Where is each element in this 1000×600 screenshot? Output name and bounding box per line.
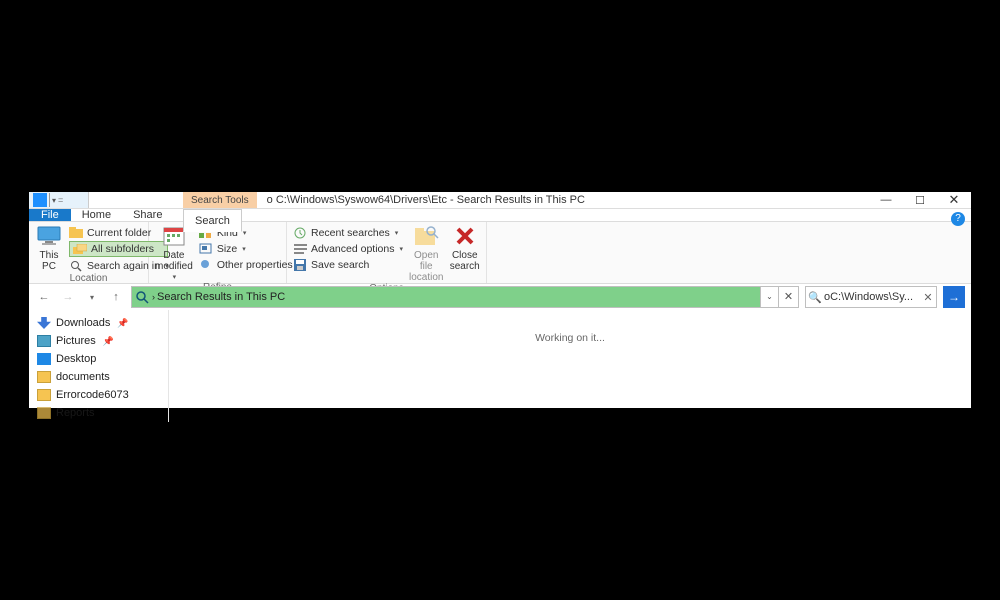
close-search-button[interactable]: Close search [449,224,480,272]
properties-icon [199,259,213,271]
close-button[interactable]: ✕ [937,192,971,208]
up-button[interactable]: ↑ [107,288,125,306]
context-tab-label: Search Tools [183,192,257,208]
size-button[interactable]: Size▾ [199,241,301,256]
search-icon: 🔍 [806,291,824,304]
download-icon [37,317,51,329]
search-icon [69,260,83,272]
advanced-options-button[interactable]: Advanced options▾ [293,241,403,256]
ribbon-tabs: File Home Share View Search ? [29,209,971,222]
save-icon [293,259,307,271]
address-bar[interactable]: › Search Results in This PC ⌄ ✕ [131,286,799,308]
date-modified-button[interactable]: Date modified▾ [155,224,193,282]
nav-errorcode[interactable]: Errorcode6073 [37,386,168,404]
list-icon [293,243,307,255]
tab-file[interactable]: File [29,209,71,221]
address-dropdown-button[interactable]: ⌄ [760,287,778,307]
help-icon[interactable]: ? [951,212,965,226]
nav-downloads[interactable]: Downloads📌 [37,314,168,332]
this-pc-button[interactable]: This PC [35,224,63,272]
ribbon: This PC Current folder All subfolders Se… [29,222,971,284]
recent-locations-button[interactable]: ▾ [83,288,101,306]
open-location-icon [412,224,440,248]
recent-searches-button[interactable]: Recent searches▾ [293,225,403,240]
other-properties-button[interactable]: Other properties▾ [199,257,301,272]
qat-customize-icon[interactable]: ▾ [52,196,56,205]
maximize-button[interactable]: ☐ [903,192,937,208]
minimize-button[interactable]: — [869,192,903,208]
file-explorer-window: ▾ = Search Tools o C:\Windows\Syswow64\D… [29,192,971,408]
close-icon [451,224,479,248]
tab-search[interactable]: Search [183,209,242,232]
stop-button[interactable]: ✕ [778,287,798,307]
group-options: Recent searches▾ Advanced options▾ Save … [287,222,487,283]
qat-separator [49,193,50,207]
search-go-button[interactable]: → [943,286,965,308]
save-search-button[interactable]: Save search [293,257,403,272]
clear-search-button[interactable]: ✕ [920,291,936,304]
folder-icon [37,407,51,419]
search-input[interactable]: 🔍 oC:\Windows\Sy... ✕ [805,286,937,308]
nav-reports[interactable]: Reports [37,404,168,422]
recent-icon [293,227,307,239]
content-area: Downloads📌 Pictures📌 Desktop documents E… [29,310,971,422]
window-controls: — ☐ ✕ [869,192,971,208]
forward-button[interactable]: → [59,288,77,306]
search-results-icon [132,290,152,304]
picture-icon [37,335,51,347]
address-bar-row: ← → ▾ ↑ › Search Results in This PC ⌄ ✕ … [29,284,971,310]
app-icon [33,193,47,207]
monitor-icon [35,224,63,248]
open-file-location-button[interactable]: Open file location [409,224,443,283]
folder-icon [37,389,51,401]
tab-home[interactable]: Home [71,209,122,221]
title-bar: ▾ = Search Tools o C:\Windows\Syswow64\D… [29,192,971,209]
breadcrumb[interactable]: Search Results in This PC [155,291,760,303]
search-query-text: oC:\Windows\Sy... [824,291,920,303]
file-list-area: Working on it... [169,310,971,422]
group-location: This PC Current folder All subfolders Se… [29,222,149,283]
pin-icon: 📌 [103,336,114,347]
size-icon [199,243,213,255]
nav-pictures[interactable]: Pictures📌 [37,332,168,350]
back-button[interactable]: ← [35,288,53,306]
nav-documents[interactable]: documents [37,368,168,386]
folder-icon [69,227,83,239]
working-text: Working on it... [535,332,605,344]
qat-overflow: = [58,195,63,205]
window-title: o C:\Windows\Syswow64\Drivers\Etc - Sear… [257,192,869,208]
quick-access-toolbar: ▾ = [29,192,89,208]
navigation-pane[interactable]: Downloads📌 Pictures📌 Desktop documents E… [29,310,169,422]
tab-share[interactable]: Share [122,209,173,221]
nav-desktop[interactable]: Desktop [37,350,168,368]
folders-icon [73,243,87,255]
desktop-icon [37,353,51,365]
folder-icon [37,371,51,383]
pin-icon: 📌 [117,318,128,329]
